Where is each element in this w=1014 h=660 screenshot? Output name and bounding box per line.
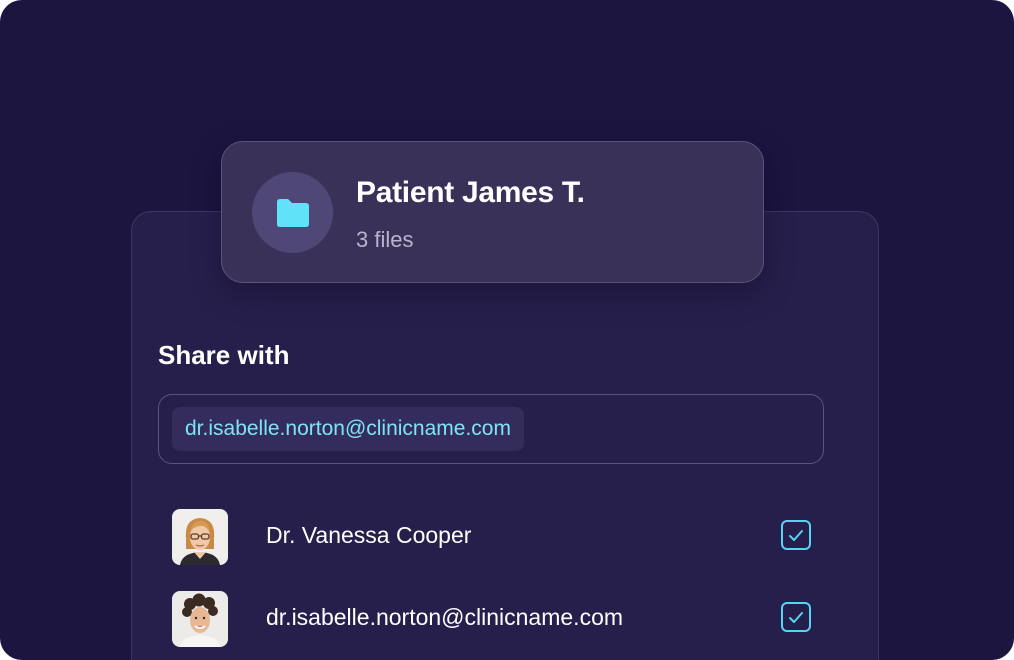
file-title: Patient James T. [356, 176, 585, 209]
share-with-label: Share with [158, 340, 290, 370]
recipient-name: dr.isabelle.norton@clinicname.com [266, 604, 624, 630]
recipient-name: Dr. Vanessa Cooper [266, 522, 472, 548]
file-count: 3 files [356, 227, 414, 252]
avatar [172, 509, 228, 565]
checkmark-icon [789, 611, 803, 623]
email-chip[interactable]: dr.isabelle.norton@clinicname.com [172, 407, 524, 451]
share-email-input[interactable]: dr.isabelle.norton@clinicname.com [158, 394, 824, 464]
recipient-row[interactable]: dr.isabelle.norton@clinicname.com [172, 591, 814, 647]
recipient-checkbox[interactable] [781, 602, 811, 632]
recipient-checkbox[interactable] [781, 520, 811, 550]
file-card[interactable]: Patient James T. 3 files [221, 141, 764, 283]
folder-icon [276, 198, 309, 227]
app-frame: Patient James T. 3 files Share with dr.i… [0, 0, 1014, 660]
folder-badge [252, 172, 333, 253]
avatar [172, 591, 228, 647]
checkmark-icon [789, 529, 803, 541]
recipient-row[interactable]: Dr. Vanessa Cooper [172, 509, 814, 565]
